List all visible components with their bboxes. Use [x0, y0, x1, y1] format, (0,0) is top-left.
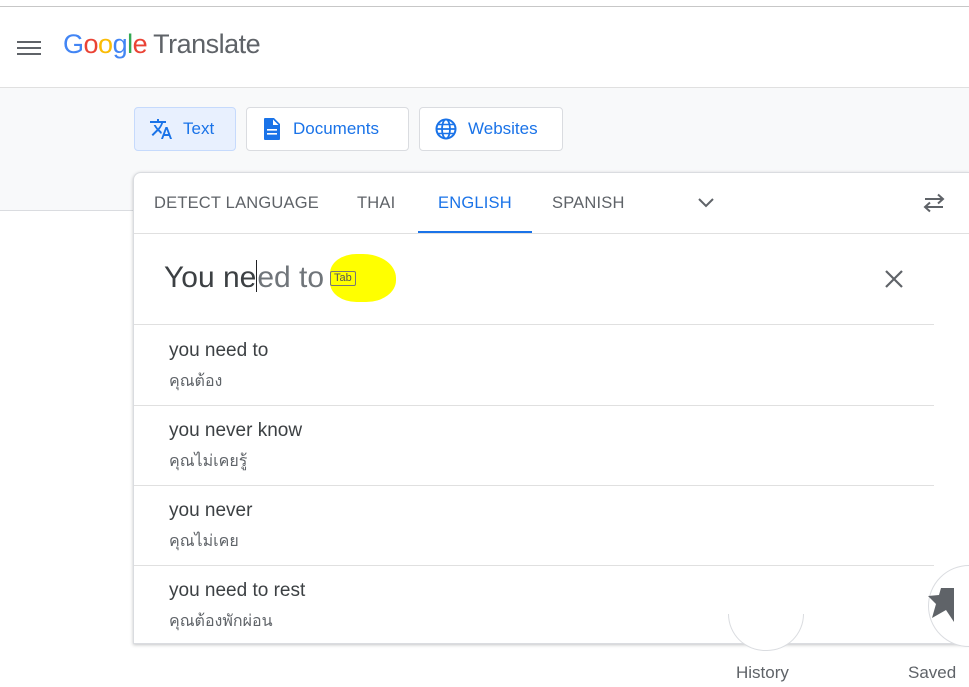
documents-mode-label: Documents — [293, 119, 379, 138]
logo-letter: o — [83, 29, 99, 59]
star-icon — [928, 588, 954, 622]
source-panel: DETECT LANGUAGE THAI ENGLISH SPANISH You… — [133, 172, 969, 644]
suggestion-english: you never — [169, 500, 253, 521]
typed-text: You ne — [164, 261, 257, 294]
globe-icon — [435, 118, 457, 140]
saved-label[interactable]: Saved — [908, 663, 956, 683]
tab-english[interactable]: ENGLISH — [418, 173, 532, 233]
suggestion-thai: คุณไม่เคย — [169, 533, 239, 550]
suggestion-item[interactable]: you never คุณไม่เคย — [134, 485, 934, 566]
translate-icon — [150, 119, 172, 139]
tab-key-hint: Tab — [330, 271, 356, 286]
hamburger-menu-icon[interactable] — [17, 38, 41, 58]
suggestion-thai: คุณต้องพักผ่อน — [169, 613, 273, 630]
suggestion-thai: คุณไม่เคยรู้ — [169, 453, 248, 470]
history-label[interactable]: History — [736, 663, 789, 683]
suggestion-english: you never know — [169, 420, 303, 441]
text-mode-label: Text — [183, 119, 215, 138]
logo-letter: e — [132, 29, 148, 59]
close-icon[interactable] — [882, 267, 906, 291]
documents-mode-button[interactable]: Documents — [246, 107, 409, 151]
language-bar: DETECT LANGUAGE THAI ENGLISH SPANISH — [134, 173, 969, 234]
product-name: Translate — [153, 29, 261, 59]
document-icon — [264, 118, 280, 140]
autocomplete-ghost-text: ed to — [257, 261, 325, 294]
text-mode-button[interactable]: Text — [134, 107, 236, 151]
history-button[interactable] — [728, 614, 804, 651]
logo-letter: g — [112, 29, 128, 59]
websites-mode-label: Websites — [468, 119, 538, 138]
tab-spanish[interactable]: SPANISH — [552, 173, 625, 233]
app-header: Google Translate — [0, 7, 969, 88]
suggestion-item[interactable]: you never know คุณไม่เคยรู้ — [134, 405, 934, 486]
suggestion-item[interactable]: you need to rest คุณต้องพักผ่อน — [134, 565, 934, 644]
source-text-input[interactable]: You need to — [164, 260, 324, 295]
chevron-down-icon[interactable] — [696, 195, 716, 211]
logo-letter: o — [98, 29, 113, 59]
tab-thai[interactable]: THAI — [357, 173, 395, 233]
logo-letter: G — [63, 29, 84, 59]
swap-languages-icon[interactable] — [921, 193, 947, 213]
suggestion-english: you need to rest — [169, 580, 306, 601]
suggestion-thai: คุณต้อง — [169, 373, 223, 390]
google-translate-logo[interactable]: Google Translate — [63, 29, 261, 60]
suggestion-english: you need to — [169, 340, 269, 361]
suggestion-item[interactable]: you need to คุณต้อง — [134, 325, 934, 406]
tab-detect-language[interactable]: DETECT LANGUAGE — [154, 173, 319, 233]
websites-mode-button[interactable]: Websites — [419, 107, 563, 151]
source-input-area[interactable]: You need to Tab — [134, 234, 934, 325]
